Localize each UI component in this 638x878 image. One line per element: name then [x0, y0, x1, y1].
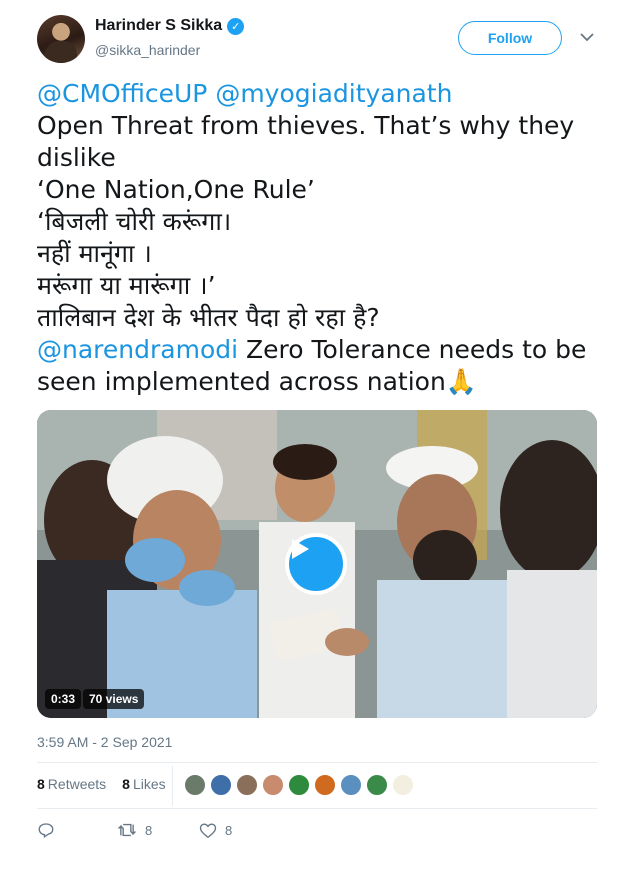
stats-separator	[172, 766, 173, 806]
likes-count: 8	[122, 776, 130, 792]
liker-avatar[interactable]	[184, 774, 206, 796]
tweet-line: Open Threat from thieves. That’s why the…	[37, 111, 575, 140]
like-button[interactable]: 8	[199, 822, 232, 839]
follow-button[interactable]: Follow	[458, 21, 562, 55]
retweets-stat[interactable]: 8 Retweets	[37, 776, 106, 792]
tweet-text: @CMOfficeUP @myogiadityanath Open Threat…	[37, 78, 597, 398]
reply-button[interactable]	[37, 821, 117, 839]
tweet-timestamp[interactable]: 3:59 AM - 2 Sep 2021	[37, 734, 172, 750]
tweet-line: तालिबान देश के भीतर पैदा हो रहा है?	[37, 303, 380, 332]
like-count: 8	[225, 822, 233, 838]
retweet-count: 8	[145, 822, 153, 838]
retweets-count: 8	[37, 776, 45, 792]
avatar-figure	[45, 41, 77, 63]
author-handle[interactable]: @sikka_harinder	[95, 42, 200, 58]
liker-avatar[interactable]	[340, 774, 362, 796]
author-avatar[interactable]	[37, 15, 85, 63]
duration-badge: 0:33	[45, 689, 82, 709]
tweet-line: dislike	[37, 143, 116, 172]
liker-avatar[interactable]	[288, 774, 310, 796]
liker-avatar[interactable]	[314, 774, 336, 796]
liker-avatar[interactable]	[262, 774, 284, 796]
likes-label: Likes	[132, 776, 166, 792]
heart-icon	[199, 823, 217, 838]
tweet-line-text: Zero Tolerance needs to be	[238, 335, 587, 364]
retweets-label: Retweets	[47, 776, 107, 792]
liker-avatar[interactable]	[210, 774, 232, 796]
tweet-line: मरूंगा या मारूंगा ।’	[37, 271, 216, 300]
verified-badge-icon: ✓	[227, 17, 245, 35]
likes-stat[interactable]: 8 Likes	[122, 776, 165, 792]
play-button[interactable]	[285, 533, 347, 595]
tweet-line: ‘बिजली चोरी करूंगा।	[37, 207, 232, 236]
tweet-line: ‘One Nation,One Rule’	[37, 175, 315, 204]
mention-link[interactable]: @CMOfficeUP	[37, 79, 207, 108]
tweet-actions: 8 8	[37, 821, 232, 839]
video-player[interactable]: 0:33 70 views	[37, 410, 597, 718]
views-badge: 70 views	[83, 689, 145, 709]
mention-link[interactable]: @myogiadityanath	[215, 79, 452, 108]
author-display-name[interactable]: Harinder S Sikka	[95, 17, 222, 35]
liker-avatar[interactable]	[236, 774, 258, 796]
folded-hands-emoji: 🙏	[445, 367, 477, 396]
tweet-line: नहीं मानूंगा ।	[37, 239, 152, 268]
tweet-card: Harinder S Sikka ✓ @sikka_harinder Follo…	[0, 0, 638, 878]
liker-avatar[interactable]	[392, 774, 414, 796]
author-name-row: Harinder S Sikka ✓	[95, 17, 245, 35]
tweet-line: seen implemented across nation🙏	[37, 366, 597, 398]
chevron-down-icon[interactable]	[578, 30, 596, 44]
tweet-line: @CMOfficeUP @myogiadityanath	[37, 78, 597, 110]
tweet-line: @narendramodi Zero Tolerance needs to be	[37, 334, 597, 366]
mention-link[interactable]: @narendramodi	[37, 335, 238, 364]
engagement-stats: 8 Retweets 8 Likes	[37, 776, 166, 792]
tweet-line-text: seen implemented across nation	[37, 367, 446, 396]
divider	[37, 808, 597, 809]
divider	[37, 762, 597, 763]
liker-avatars	[184, 774, 414, 796]
reply-icon	[38, 823, 54, 839]
liker-avatar[interactable]	[366, 774, 388, 796]
retweet-button[interactable]: 8	[117, 821, 199, 839]
play-icon	[292, 539, 309, 559]
retweet-icon	[118, 823, 136, 837]
